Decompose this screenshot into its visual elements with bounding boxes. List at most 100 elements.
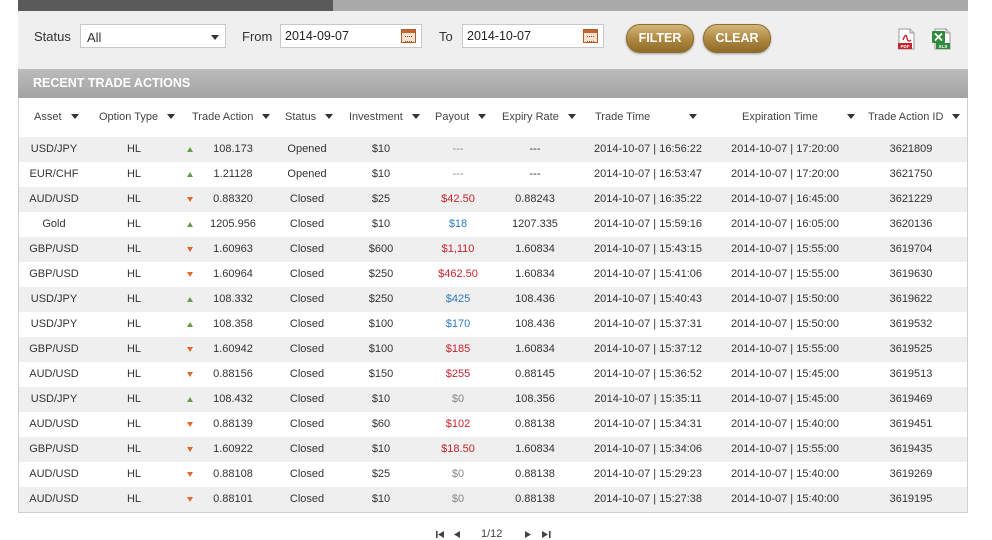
- to-label: To: [439, 29, 453, 44]
- cell-trade-time: 2014-10-07 | 15:34:06: [593, 443, 703, 455]
- table-row[interactable]: AUD/USD HL 0.88108 Closed $25 $0 0.88138 2014-1…: [19, 462, 967, 487]
- page-indicator: 1/12: [481, 528, 503, 540]
- cell-expiration-time: 2014-10-07 | 15:50:00: [730, 293, 840, 305]
- cell-trade-time: 2014-10-07 | 15:29:23: [593, 468, 703, 480]
- table-row[interactable]: USD/JPY HL 108.332 Closed $250 $425 108.436 201…: [19, 287, 967, 312]
- cell-id: 3621229: [889, 193, 933, 205]
- column-header-investment[interactable]: Investment: [349, 111, 420, 123]
- to-date-value: 2014-10-07: [467, 29, 531, 43]
- cell-id: 3619469: [889, 393, 933, 405]
- cell-id: 3620136: [889, 218, 933, 230]
- cell-trade-time: 2014-10-07 | 16:35:22: [593, 193, 703, 205]
- cell-id: 3619451: [889, 418, 933, 430]
- filter-bar: Status All From 2014-09-07 To 2014-10-07…: [18, 11, 968, 69]
- chevron-down-icon[interactable]: [325, 114, 334, 119]
- cell-trade-time: 2014-10-07 | 15:34:31: [593, 418, 703, 430]
- column-header-label: Investment: [349, 111, 403, 123]
- cell-id: 3621809: [889, 143, 933, 155]
- chevron-down-icon[interactable]: [478, 114, 487, 119]
- cell-id: 3619269: [889, 468, 933, 480]
- cell-expiration-time: 2014-10-07 | 15:55:00: [730, 343, 840, 355]
- column-header-payout[interactable]: Payout: [435, 111, 487, 123]
- column-header-expiry-rate[interactable]: Expiry Rate: [502, 111, 576, 123]
- cell-expiration-time: 2014-10-07 | 15:40:00: [730, 418, 840, 430]
- clear-button[interactable]: CLEAR: [703, 24, 771, 53]
- section-title: RECENT TRADE ACTIONS: [33, 76, 191, 90]
- table-row[interactable]: USD/JPY HL 108.358 Closed $100 $170 108.436 201…: [19, 312, 967, 337]
- chevron-down-icon[interactable]: [262, 114, 271, 119]
- column-header-option-type[interactable]: Option Type: [99, 111, 176, 123]
- column-header-status[interactable]: Status: [285, 111, 334, 123]
- table-row[interactable]: GBP/USD HL 1.60942 Closed $100 $185 1.60834 201…: [19, 337, 967, 362]
- status-select[interactable]: All: [80, 24, 226, 48]
- cell-expiration-time: 2014-10-07 | 16:05:00: [730, 218, 840, 230]
- chevron-down-icon[interactable]: [689, 114, 698, 119]
- column-header-asset[interactable]: Asset: [34, 111, 79, 123]
- trade-actions-table: Asset Option Type Trade Action Status Invest…: [18, 98, 968, 513]
- column-header-label: Trade Time: [595, 111, 651, 123]
- cell-trade-time: 2014-10-07 | 15:37:31: [593, 318, 703, 330]
- cell-expiration-time: 2014-10-07 | 15:45:00: [730, 393, 840, 405]
- chevron-down-icon[interactable]: [567, 114, 576, 119]
- cell-trade-time: 2014-10-07 | 15:35:11: [594, 393, 702, 405]
- cell-trade-time: 2014-10-07 | 15:43:15: [593, 243, 703, 255]
- active-tab-indicator: [18, 0, 333, 11]
- column-header-label: Expiration Time: [742, 111, 818, 123]
- cell-expiration-time: 2014-10-07 | 16:45:00: [730, 193, 840, 205]
- column-header-label: Status: [285, 111, 317, 123]
- column-header-label: Asset: [34, 111, 62, 123]
- cell-expiration-time: 2014-10-07 | 15:40:00: [730, 493, 840, 505]
- calendar-icon[interactable]: [583, 29, 598, 43]
- cell-trade-time: 2014-10-07 | 15:59:16: [593, 218, 703, 230]
- chevron-down-icon[interactable]: [70, 114, 79, 119]
- column-header-label: Expiry Rate: [502, 111, 559, 123]
- column-header-label: Payout: [435, 111, 470, 123]
- column-header-expiration-time[interactable]: Expiration Time: [742, 111, 855, 123]
- column-header-trade-action[interactable]: Trade Action: [192, 111, 271, 123]
- chevron-down-icon[interactable]: [167, 114, 176, 119]
- table-row[interactable]: AUD/USD HL 0.88320 Closed $25 $42.50 0.88243 20…: [19, 187, 967, 212]
- table-row[interactable]: AUD/USD HL 0.88101 Closed $10 $0 0.88138 2014-1…: [19, 487, 967, 512]
- cell-expiration-time: 2014-10-07 | 17:20:00: [730, 143, 840, 155]
- cell-id: 3619704: [889, 243, 933, 255]
- from-label: From: [242, 29, 273, 44]
- column-header-label: Trade Action: [192, 111, 254, 123]
- pdf-file-icon[interactable]: PDF: [896, 28, 917, 50]
- table-row[interactable]: GBP/USD HL 1.60963 Closed $600 $1,110 1.60834 2…: [19, 237, 967, 262]
- cell-trade-time: 2014-10-07 | 15:37:12: [593, 343, 703, 355]
- cell-expiration-time: 2014-10-07 | 15:55:00: [730, 268, 840, 280]
- cell-trade-time: 2014-10-07 | 16:53:47: [593, 168, 703, 180]
- pagination: 1/12: [433, 527, 563, 540]
- cell-id: 3619532: [889, 318, 933, 330]
- xls-file-icon[interactable]: XLS: [931, 28, 952, 50]
- chevron-down-icon[interactable]: [846, 114, 855, 119]
- table-row[interactable]: GBP/USD HL 1.60922 Closed $10 $18.50 1.60834 20…: [19, 437, 967, 462]
- calendar-icon[interactable]: [401, 29, 416, 43]
- from-date-input[interactable]: 2014-09-07: [280, 24, 422, 48]
- cell-trade-time: 2014-10-07 | 15:27:38: [593, 493, 703, 505]
- chevron-down-icon: [211, 35, 219, 40]
- table-row[interactable]: Gold HL 1205.956 Closed $10 $18 1207.335 2014-1…: [19, 212, 967, 237]
- to-date-input[interactable]: 2014-10-07: [462, 24, 604, 48]
- cell-expiration-time: 2014-10-07 | 15:50:00: [730, 318, 840, 330]
- table-row[interactable]: USD/JPY HL 108.432 Closed $10 $0 108.356 2014-1…: [19, 387, 967, 412]
- column-header-label: Option Type: [99, 111, 159, 123]
- chevron-down-icon[interactable]: [952, 114, 961, 119]
- table-row[interactable]: USD/JPY HL 108.173 Opened $10 --- --- 2014-10-0…: [19, 137, 967, 162]
- cell-id: 3619513: [889, 368, 933, 380]
- cell-expiration-time: 2014-10-07 | 15:55:00: [730, 443, 840, 455]
- status-select-value: All: [87, 30, 102, 45]
- cell-id: 3619630: [889, 268, 933, 280]
- cell-trade-time: 2014-10-07 | 15:40:43: [593, 293, 703, 305]
- table-row[interactable]: GBP/USD HL 1.60964 Closed $250 $462.50 1.60834…: [19, 262, 967, 287]
- table-row[interactable]: EUR/CHF HL 1.21128 Opened $10 --- --- 2014-10-0…: [19, 162, 967, 187]
- table-row[interactable]: AUD/USD HL 0.88139 Closed $60 $102 0.88138 2014…: [19, 412, 967, 437]
- table-row[interactable]: AUD/USD HL 0.88156 Closed $150 $255 0.88145 201…: [19, 362, 967, 387]
- filter-button[interactable]: FILTER: [626, 24, 694, 53]
- chevron-down-icon[interactable]: [411, 114, 420, 119]
- column-header-trade-action-id[interactable]: Trade Action ID: [868, 111, 961, 123]
- cell-id: 3619195: [889, 493, 933, 505]
- cell-id: 3619435: [889, 443, 933, 455]
- column-header-trade-time[interactable]: Trade Time: [595, 111, 698, 123]
- cell-id: 3621750: [889, 168, 933, 180]
